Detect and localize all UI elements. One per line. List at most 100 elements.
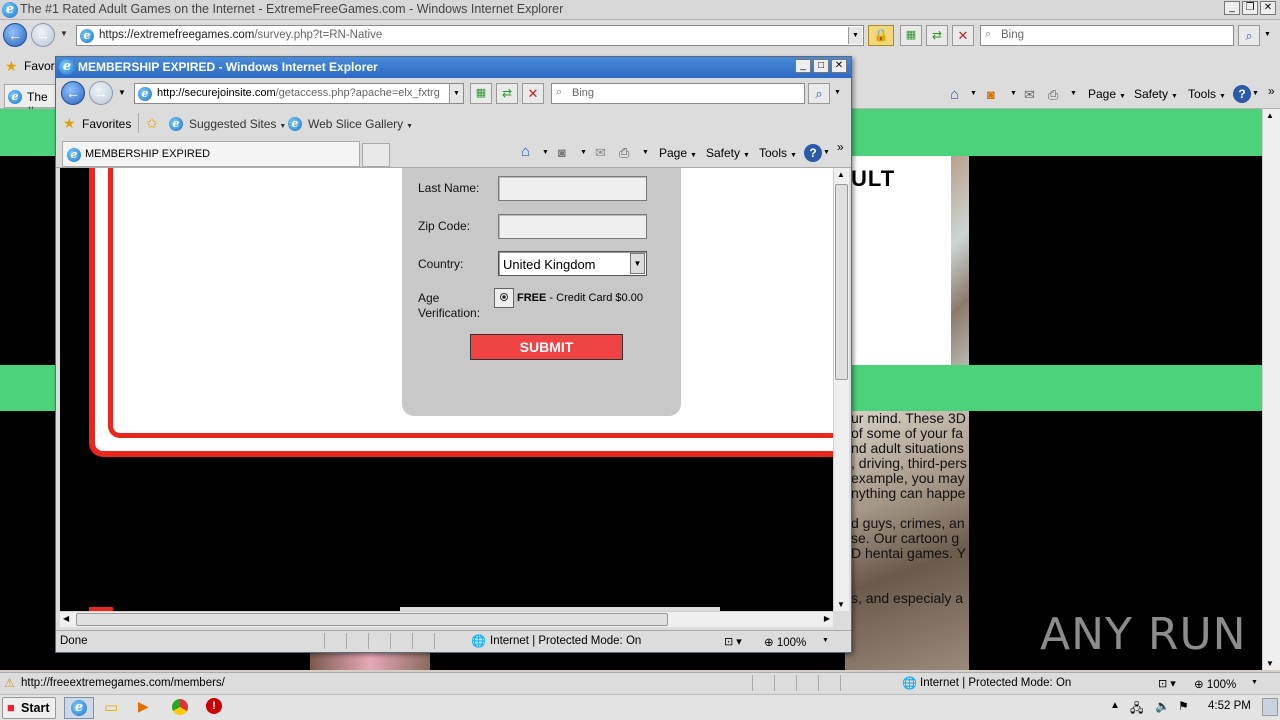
country-dropdown-icon[interactable]: ▼ xyxy=(630,253,645,274)
popup-search-go-icon[interactable]: ⌕ xyxy=(808,83,830,104)
popup-tools-menu[interactable]: Tools ▼ xyxy=(759,146,797,160)
popup-search-input[interactable]: ⌕ Bing xyxy=(551,83,805,104)
tray-expand-icon[interactable]: ▲ xyxy=(1110,700,1120,711)
forward-icon[interactable]: → xyxy=(31,23,55,47)
popup-search-options-icon[interactable]: ▼ xyxy=(834,89,841,96)
restore-button[interactable]: ❐ xyxy=(1242,1,1258,15)
suggested-sites-button[interactable]: Suggested Sites ▼ xyxy=(189,117,286,131)
toolbar-overflow-icon[interactable]: » xyxy=(1268,84,1275,98)
network-icon[interactable]: 🖧 xyxy=(1130,699,1143,720)
back-icon[interactable]: ← xyxy=(3,23,27,47)
popup-address-dropdown-icon[interactable]: ▼ xyxy=(449,84,463,103)
popup-home-icon[interactable]: ⌂ xyxy=(521,143,530,160)
search-go-icon[interactable]: ⌕ xyxy=(1238,25,1260,46)
popup-print-dropdown-icon[interactable]: ▼ xyxy=(642,149,649,156)
explorer-folder-icon[interactable]: ▭ xyxy=(104,698,118,716)
start-button[interactable]: ■ Start xyxy=(2,697,56,719)
popup-recent-dropdown-icon[interactable]: ▼ xyxy=(118,88,126,97)
popup-scroll-right-icon[interactable]: ▶ xyxy=(824,614,830,623)
popup-horizontal-scrollbar[interactable]: ◀ ▶ xyxy=(60,611,833,627)
submit-button[interactable]: SUBMIT xyxy=(470,334,623,360)
popup-zoom-control[interactable]: ⊕ 100% xyxy=(764,635,806,649)
protected-mode-icon[interactable]: ⊡ ▾ xyxy=(1158,677,1176,690)
main-search-input[interactable]: ⌕ Bing xyxy=(980,25,1234,46)
search-options-icon[interactable]: ▼ xyxy=(1264,31,1271,38)
refresh-icon[interactable]: ⇄ xyxy=(926,25,948,46)
main-tab[interactable]: e The # xyxy=(4,84,56,118)
print-icon[interactable]: ⎙ xyxy=(1048,87,1058,103)
popup-favorites-button[interactable]: Favorites xyxy=(82,117,131,131)
popup-vertical-scrollbar[interactable]: ▲ ▼ xyxy=(833,168,849,611)
popup-tab[interactable]: e MEMBERSHIP EXPIRED xyxy=(62,141,360,167)
address-dropdown-icon[interactable]: ▼ xyxy=(848,27,862,44)
volume-icon[interactable]: 🔈 xyxy=(1155,699,1170,713)
page-menu[interactable]: Page ▼ xyxy=(1088,87,1126,101)
web-slice-gallery-button[interactable]: Web Slice Gallery ▼ xyxy=(308,117,413,131)
popup-feeds-icon[interactable]: ◙ xyxy=(558,145,566,160)
new-tab-button[interactable] xyxy=(362,143,390,167)
main-vertical-scrollbar[interactable]: ▲ ▼ xyxy=(1262,109,1280,670)
popup-zoom-dropdown-icon[interactable]: ▼ xyxy=(822,637,829,644)
popup-minimize-button[interactable]: _ xyxy=(795,59,811,73)
add-favorites-icon[interactable]: ✩ xyxy=(146,115,158,132)
popup-favorites-star-icon: ★ xyxy=(63,115,76,131)
show-desktop-button[interactable] xyxy=(1262,698,1278,716)
popup-scroll-thumb[interactable] xyxy=(835,184,848,380)
scroll-down-icon[interactable]: ▼ xyxy=(1266,659,1274,668)
popup-back-icon[interactable]: ← xyxy=(61,81,85,105)
popup-help-icon[interactable]: ? xyxy=(804,144,822,162)
home-icon[interactable]: ⌂ xyxy=(950,86,959,103)
lock-icon[interactable]: 🔒 xyxy=(868,25,894,46)
tools-menu[interactable]: Tools ▼ xyxy=(1188,87,1226,101)
age-verification-radio[interactable] xyxy=(494,288,514,308)
popup-stop-icon[interactable]: ✕ xyxy=(522,83,544,104)
safety-menu[interactable]: Safety ▼ xyxy=(1134,87,1178,101)
popup-home-dropdown-icon[interactable]: ▼ xyxy=(542,149,549,156)
popup-address-field[interactable]: e http://securejoinsite.com/getaccess.ph… xyxy=(134,83,464,104)
popup-print-icon[interactable]: ⎙ xyxy=(619,145,629,161)
paragraph-line xyxy=(851,501,969,516)
popup-help-dropdown-icon[interactable]: ▼ xyxy=(823,149,830,156)
popup-protected-mode-icon[interactable]: ⊡ ▾ xyxy=(724,635,742,648)
zoom-control[interactable]: ⊕ 100% xyxy=(1194,677,1236,691)
minimize-button[interactable]: _ xyxy=(1224,1,1240,15)
clock[interactable]: 4:52 PM xyxy=(1208,700,1251,712)
popup-feeds-dropdown-icon[interactable]: ▼ xyxy=(580,149,587,156)
action-center-flag-icon[interactable]: ⚑ xyxy=(1178,699,1189,713)
popup-compat-icon[interactable]: ▦ xyxy=(470,83,492,104)
popup-scroll-down-icon[interactable]: ▼ xyxy=(837,600,845,609)
popup-scroll-up-icon[interactable]: ▲ xyxy=(837,170,845,179)
popup-toolbar-overflow-icon[interactable]: » xyxy=(837,140,844,154)
popup-scroll-left-icon[interactable]: ◀ xyxy=(63,614,69,623)
popup-close-button[interactable]: ✕ xyxy=(831,59,847,73)
chrome-icon[interactable] xyxy=(172,699,188,715)
main-address-field[interactable]: e https://extremefreegames.com/survey.ph… xyxy=(76,25,864,46)
feeds-dropdown-icon[interactable]: ▼ xyxy=(1010,90,1017,97)
help-icon[interactable]: ? xyxy=(1233,85,1251,103)
print-dropdown-icon[interactable]: ▼ xyxy=(1070,90,1077,97)
recent-pages-dropdown-icon[interactable]: ▼ xyxy=(60,29,68,38)
compatibility-view-icon[interactable]: ▦ xyxy=(900,25,922,46)
zip-code-input[interactable] xyxy=(498,214,647,239)
home-dropdown-icon[interactable]: ▼ xyxy=(970,90,977,97)
feeds-icon[interactable]: ◙ xyxy=(987,87,995,102)
last-name-input[interactable] xyxy=(498,176,647,201)
main-favorites-button[interactable]: Favori xyxy=(24,59,57,73)
help-dropdown-icon[interactable]: ▼ xyxy=(1252,90,1259,97)
scroll-up-icon[interactable]: ▲ xyxy=(1266,111,1274,120)
read-mail-icon[interactable]: ✉ xyxy=(1024,87,1035,103)
stop-icon[interactable]: ✕ xyxy=(952,25,974,46)
country-select[interactable]: United Kingdom ▼ xyxy=(498,251,647,276)
popup-page-menu[interactable]: Page ▼ xyxy=(659,146,697,160)
popup-forward-icon[interactable]: → xyxy=(89,81,113,105)
popup-safety-menu[interactable]: Safety ▼ xyxy=(706,146,750,160)
taskbar-ie-button[interactable]: e xyxy=(64,697,94,719)
popup-hscroll-thumb[interactable] xyxy=(76,613,668,626)
close-button[interactable]: ✕ xyxy=(1260,1,1276,15)
popup-read-mail-icon[interactable]: ✉ xyxy=(595,145,606,161)
media-player-icon[interactable]: ▶ xyxy=(138,698,149,715)
popup-maximize-button[interactable]: □ xyxy=(813,59,829,73)
popup-refresh-icon[interactable]: ⇄ xyxy=(496,83,518,104)
antivirus-icon[interactable]: ! xyxy=(206,698,222,714)
zoom-dropdown-icon[interactable]: ▼ xyxy=(1251,679,1258,686)
